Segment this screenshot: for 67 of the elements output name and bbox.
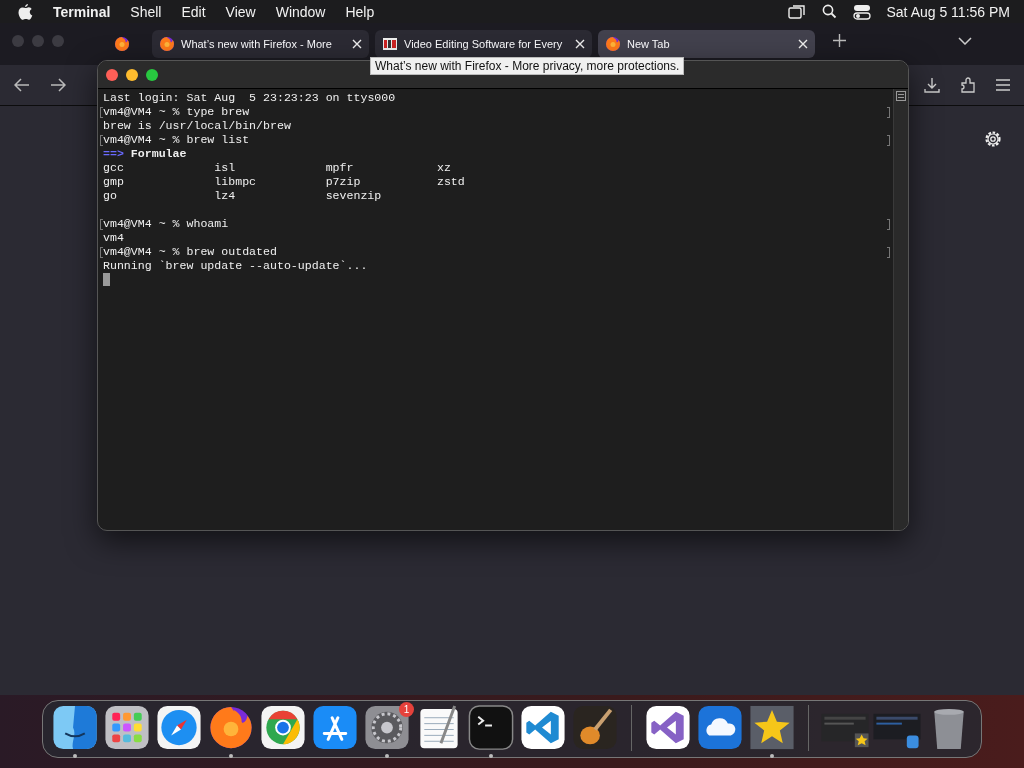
terminal-line: vm4 [103,231,124,245]
menu-item[interactable]: Edit [181,3,206,20]
app-menu[interactable]: Terminal [53,3,111,20]
menu-item[interactable]: Shell [130,3,162,20]
cloud-icon[interactable] [696,704,744,752]
zoom-button[interactable] [146,68,158,81]
close-icon[interactable] [798,39,808,49]
menu-item[interactable]: View [225,3,256,20]
package-name: sevenzip [325,189,382,202]
toggle-icon[interactable] [852,3,871,20]
search-icon[interactable] [821,4,837,19]
settings-icon[interactable] [984,130,1002,148]
browser-tab[interactable]: New Tab [598,30,815,58]
apple-icon[interactable] [18,3,33,20]
notification-badge: 1 [399,702,414,717]
terminal-line: brew is /usr/local/bin/brew [103,119,291,133]
terminal-icon[interactable] [467,704,515,752]
forward-icon[interactable] [50,78,66,92]
package-name: libmpc [214,175,257,188]
arrow-marker: ==> [103,147,124,161]
clock[interactable]: Sat Aug 5 11:56 PM [886,3,1010,20]
list-icon[interactable] [896,91,906,101]
package-name: mpfr [325,161,354,174]
terminal-line: Last login: Sat Aug 5 23:23:23 on ttys000 [103,91,396,105]
package-name: go [103,189,117,202]
tooltip: What’s new with Firefox - More privacy, more protections. [370,57,685,75]
terminal-line: vm4@VM4 ~ % whoami [103,217,229,231]
logo-icon [382,36,398,52]
finder-icon[interactable] [51,704,99,752]
browser-tab[interactable]: Video Editing Software for Every [375,30,592,58]
chrome-icon[interactable] [259,704,307,752]
package-name: p7zip [325,175,361,188]
package-name: xz [436,161,451,174]
package-name: lz4 [214,189,236,202]
fox-globe-icon [114,36,130,52]
section-heading: Formulae [130,147,187,161]
fox-globe-icon [159,36,175,52]
puzzle-icon[interactable] [960,76,976,94]
menu-icon[interactable] [996,79,1010,91]
package-name: zstd [436,175,465,188]
close-icon[interactable] [575,39,585,49]
terminal-line: vm4@VM4 ~ % type brew [103,105,250,119]
browser-tab[interactable]: What’s new with Firefox - More [152,30,369,58]
chevron-down-icon[interactable] [958,36,972,45]
close-icon[interactable] [352,39,362,49]
plus-icon[interactable] [833,34,846,47]
text-cursor [103,273,110,286]
package-name: gmp [103,175,124,188]
package-name: gcc [103,161,124,174]
app-store-icon[interactable] [311,704,359,752]
terminal-line: Running `brew update --auto-update`... [103,259,368,273]
fox-globe-icon [605,36,621,52]
terminal-line: vm4@VM4 ~ % brew outdated [103,245,277,259]
app-grid-icon[interactable] [103,704,151,752]
window-icon[interactable] [787,4,806,19]
menu-item[interactable]: Window [275,3,326,20]
code-editor-icon[interactable] [644,704,692,752]
gear-icon[interactable] [363,704,411,752]
close-button[interactable] [106,68,118,81]
package-name: isl [214,161,236,174]
minimize-button[interactable] [126,68,138,81]
download-icon[interactable] [924,77,940,93]
code-editor-icon[interactable] [519,704,567,752]
menu-item[interactable]: Help [345,3,375,20]
back-icon[interactable] [14,78,30,92]
compass-icon[interactable] [155,704,203,752]
terminal-line: vm4@VM4 ~ % brew list [103,133,250,147]
